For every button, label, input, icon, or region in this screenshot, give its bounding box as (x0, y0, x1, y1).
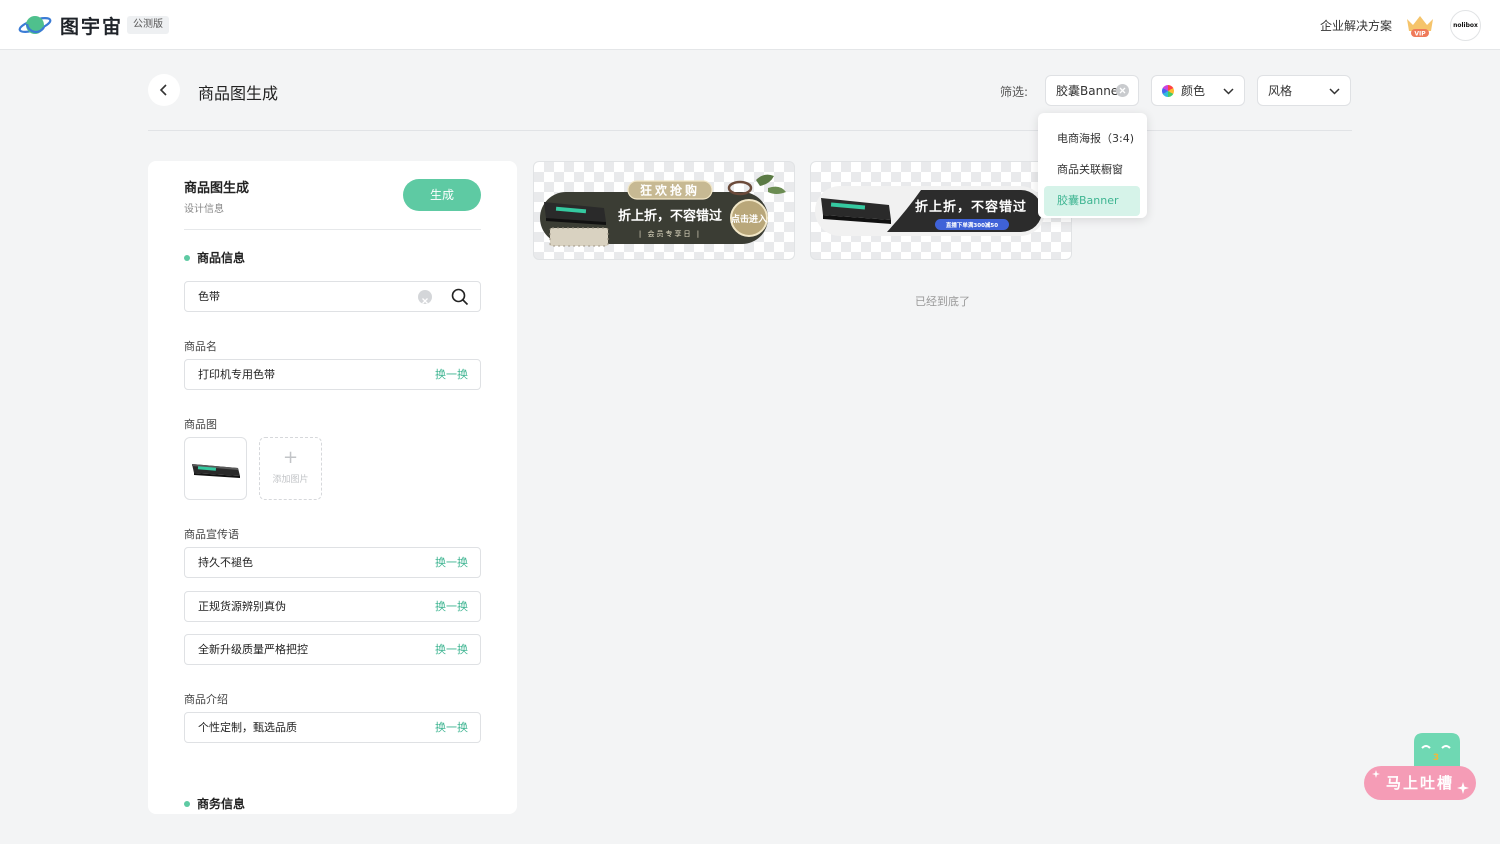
add-image-button[interactable]: + 添加图片 (259, 437, 322, 500)
brand-name[interactable]: 图宇宙 (60, 12, 123, 39)
generate-button[interactable]: 生成 (403, 179, 481, 211)
planet-logo-icon[interactable] (18, 12, 52, 38)
dropdown-option-capsule-banner[interactable]: 胶囊Banner (1044, 186, 1140, 216)
slogan-value: 正规货源辨别真伪 (198, 600, 286, 613)
type-dropdown-menu: 电商海报（3:4) 商品关联橱窗 胶囊Banner (1038, 113, 1147, 218)
vip-text: VIP (1414, 31, 1426, 38)
sparkle-icon (1372, 770, 1380, 778)
intro-field[interactable]: 个性定制，甄选品质 换一换 (184, 712, 481, 743)
user-avatar[interactable]: nolibox (1450, 10, 1481, 41)
svg-text:3: 3 (1433, 753, 1439, 763)
chevron-down-icon (1329, 88, 1340, 95)
clear-search-icon[interactable] (418, 290, 432, 304)
banner-headline: 折上折，不容错过 (915, 199, 1027, 215)
intro-value: 个性定制，甄选品质 (198, 721, 297, 734)
design-form-panel: 商品图生成 设计信息 生成 商品信息 色带 商品名 打印机专用色带 换一换 商品… (148, 161, 517, 814)
type-filter-value: 胶囊Banner (1056, 84, 1124, 98)
clear-filter-icon[interactable] (1116, 84, 1129, 97)
enterprise-solutions-link[interactable]: 企业解决方案 (1320, 17, 1392, 34)
beta-tag: 公测版 (127, 16, 169, 34)
product-search-input[interactable]: 色带 (184, 281, 481, 312)
filter-label: 筛选: (1000, 85, 1029, 99)
slogan-field[interactable]: 全新升级质量严格把控 换一换 (184, 634, 481, 665)
chevron-down-icon (1223, 88, 1234, 95)
chevron-left-icon (159, 84, 167, 96)
product-image-thumbnail[interactable] (184, 437, 247, 500)
banner-subline: 直播下单满300减50 (946, 221, 998, 229)
product-name-field[interactable]: 打印机专用色带 换一换 (184, 359, 481, 390)
feedback-mascot-icon: 3 (1414, 733, 1460, 768)
color-wheel-icon (1162, 84, 1174, 97)
capsule-banner-image: 折上折，不容错过 直播下单满300减50 (815, 186, 1045, 236)
panel-divider (184, 229, 481, 230)
section-product-info: 商品信息 (184, 249, 245, 266)
end-of-list-text: 已经到底了 (915, 295, 970, 308)
dropdown-option-poster[interactable]: 电商海报（3:4) (1044, 124, 1140, 154)
banner-subline: | 会员专享日 | (639, 229, 701, 238)
product-image-label: 商品图 (184, 418, 217, 431)
banner-headline: 折上折，不容错过 (618, 208, 722, 224)
section-business-info: 商务信息 (184, 795, 245, 812)
swap-button[interactable]: 换一换 (435, 713, 468, 742)
feedback-widget[interactable]: 3 马上吐槽 (1362, 730, 1478, 806)
result-card[interactable]: 折上折，不容错过 直播下单满300减50 (810, 161, 1072, 260)
style-filter-label: 风格 (1268, 84, 1293, 98)
sparkle-icon (1457, 782, 1469, 794)
swap-button[interactable]: 换一换 (435, 592, 468, 621)
dropdown-option-showcase[interactable]: 商品关联橱窗 (1044, 155, 1140, 185)
slogan-value: 持久不褪色 (198, 556, 253, 569)
intro-label: 商品介绍 (184, 693, 228, 706)
search-icon[interactable] (451, 288, 469, 306)
plus-icon: + (282, 447, 299, 468)
slogan-field[interactable]: 持久不褪色 换一换 (184, 547, 481, 578)
slogan-label: 商品宣传语 (184, 528, 239, 541)
color-filter-label: 颜色 (1181, 84, 1206, 98)
swap-button[interactable]: 换一换 (435, 360, 468, 389)
product-name-value: 打印机专用色带 (198, 368, 275, 381)
swap-button[interactable]: 换一换 (435, 635, 468, 664)
banner-badge-text: 狂欢抢购 (640, 183, 700, 198)
slogan-field[interactable]: 正规货源辨别真伪 换一换 (184, 591, 481, 622)
banner-cta: 点击进入 (731, 213, 767, 225)
type-filter[interactable]: 胶囊Banner (1045, 75, 1139, 106)
slogan-value: 全新升级质量严格把控 (198, 643, 308, 656)
back-button[interactable] (148, 74, 180, 106)
ribbon-cartridge-image (191, 463, 240, 478)
style-filter[interactable]: 风格 (1257, 75, 1351, 106)
capsule-banner-image: 狂欢抢购 折上折，不容错过 | 会员专享日 | 点击进入 (540, 174, 786, 247)
panel-subtitle: 设计信息 (184, 204, 224, 215)
search-value: 色带 (198, 290, 220, 303)
vip-crown-icon[interactable]: VIP (1404, 13, 1436, 39)
color-filter[interactable]: 颜色 (1151, 75, 1245, 106)
add-image-label: 添加图片 (272, 475, 309, 485)
header-divider (148, 130, 1352, 131)
page-title: 商品图生成 (198, 84, 279, 103)
panel-title: 商品图生成 (184, 181, 250, 196)
swap-button[interactable]: 换一换 (435, 548, 468, 577)
top-nav: 图宇宙 公测版 企业解决方案 VIP nolibox (0, 0, 1500, 50)
result-card[interactable]: 狂欢抢购 折上折，不容错过 | 会员专享日 | 点击进入 (533, 161, 795, 260)
product-name-label: 商品名 (184, 340, 217, 353)
